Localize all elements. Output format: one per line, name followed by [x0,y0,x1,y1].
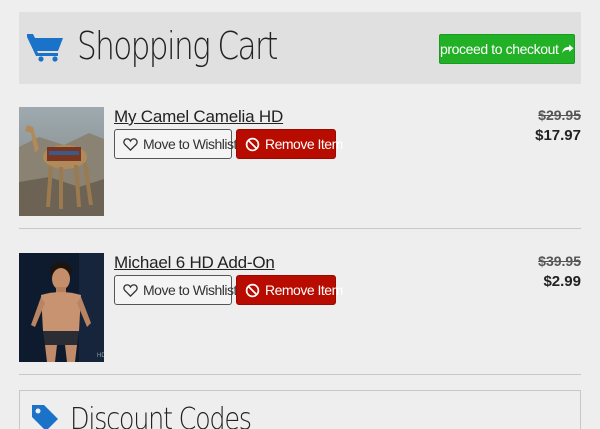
svg-text:HD: HD [97,353,104,359]
ban-icon [245,137,260,151]
camel-render-thumbnail[interactable] [19,107,104,216]
original-price: $39.95 [538,253,581,269]
move-to-wishlist-button[interactable]: Move to Wishlist [114,275,237,305]
remove-label: Remove Item [265,136,343,152]
cart-header: Shopping Cart proceed to checkout [19,12,581,84]
sale-price: $17.97 [535,127,581,144]
remove-label: Remove Item [265,282,343,298]
item-divider [19,228,581,229]
move-to-wishlist-button[interactable]: Move to Wishlist [114,129,237,159]
sale-price: $2.99 [543,273,581,290]
remove-item-button[interactable]: Remove Item [236,129,343,159]
share-arrow-icon [562,44,574,54]
item-divider [19,374,581,375]
remove-item-button[interactable]: Remove Item [236,275,343,305]
heart-icon [123,283,138,297]
male-figure-render-thumbnail[interactable]: HD [19,253,104,362]
original-price: $29.95 [538,107,581,123]
cart-item: My Camel Camelia HD Move to Wishlist Rem… [19,107,581,217]
shopping-cart-icon [27,34,63,62]
discount-codes-panel: Discount Codes [19,390,581,429]
wishlist-label: Move to Wishlist [143,136,237,152]
item-title-link[interactable]: My Camel Camelia HD [114,107,283,127]
ban-icon [245,283,260,297]
heart-icon [123,137,138,151]
page-title: Shopping Cart [77,24,278,68]
cart-item: HD Michael 6 HD Add-On Move to Wishlist … [19,253,581,363]
item-title-link[interactable]: Michael 6 HD Add-On [114,253,275,273]
wishlist-label: Move to Wishlist [143,282,237,298]
tag-icon [32,405,58,429]
discount-codes-heading: Discount Codes [70,402,252,429]
checkout-label: proceed to checkout [440,41,559,57]
proceed-to-checkout-button[interactable]: proceed to checkout [439,34,575,64]
